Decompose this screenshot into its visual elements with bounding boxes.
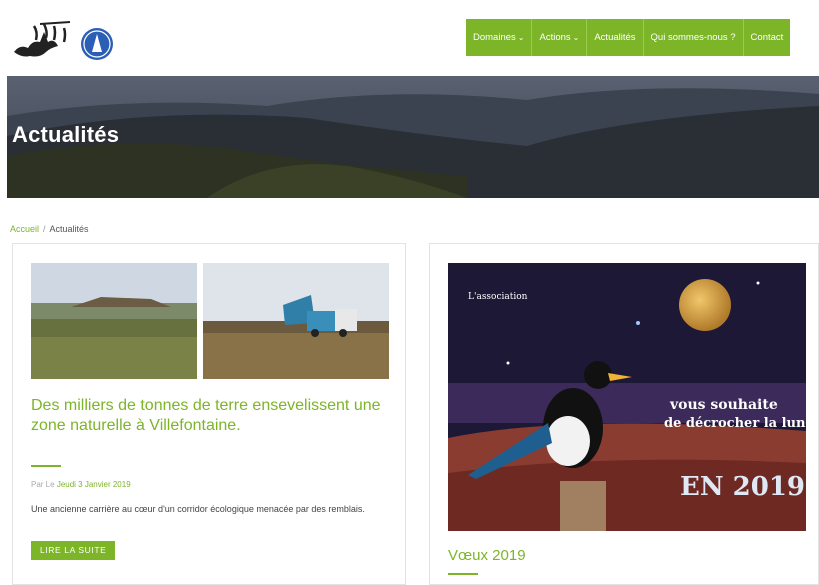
read-more-button[interactable]: LIRE LA SUITE: [31, 541, 116, 560]
image-wish-line1: vous souhaite: [669, 397, 778, 413]
post-title-link[interactable]: Des milliers de tonnes de terre enseveli…: [31, 396, 391, 436]
chevron-down-icon: ⌄: [572, 33, 580, 42]
site-header: Domaines ⌄ Actions ⌄ Actualités Qui sommes…: [0, 0, 819, 76]
breadcrumb: Accueil / Actualités: [10, 224, 89, 234]
nav-item-actions[interactable]: Actions ⌄: [532, 19, 588, 56]
post-meta: Par Le Jeudi 3 Janvier 2019: [31, 480, 131, 489]
breadcrumb-current: Actualités: [49, 224, 89, 234]
image-association-text: L'association: [468, 292, 528, 302]
hero-banner: Actualités: [7, 76, 819, 198]
post-excerpt: Une ancienne carrière au cœur d'un corri…: [31, 504, 365, 514]
post-date[interactable]: Jeudi 3 Janvier 2019: [57, 480, 131, 489]
site-logo[interactable]: [10, 18, 120, 68]
breadcrumb-home-link[interactable]: Accueil: [10, 224, 39, 234]
image-wish-line2: de décrocher la lune: [664, 416, 806, 431]
post-card: L'association vous souhaite de décrocher…: [429, 243, 819, 585]
post-meta-prefix: Par Le: [31, 480, 55, 489]
nav-item-contact[interactable]: Contact: [744, 19, 791, 56]
hero-landscape-image: [7, 76, 819, 198]
post-image-trucks[interactable]: [203, 263, 389, 379]
chevron-down-icon: ⌄: [517, 33, 525, 42]
nav-item-qui-sommes-nous[interactable]: Qui sommes-nous ?: [644, 19, 744, 56]
title-divider: [31, 465, 61, 467]
post-title-link[interactable]: Vœux 2019: [448, 547, 526, 564]
image-year: EN 2019: [680, 472, 805, 502]
post-image-greeting[interactable]: L'association vous souhaite de décrocher…: [448, 263, 806, 531]
nav-item-actualites[interactable]: Actualités: [587, 19, 644, 56]
breadcrumb-separator: /: [43, 224, 46, 234]
post-card: Des milliers de tonnes de terre enseveli…: [12, 243, 406, 585]
main-nav: Domaines ⌄ Actions ⌄ Actualités Qui sommes…: [466, 19, 791, 56]
page-title: Actualités: [12, 122, 120, 147]
title-divider: [448, 573, 478, 575]
post-image-field[interactable]: [31, 263, 197, 379]
nav-item-domaines[interactable]: Domaines ⌄: [466, 19, 533, 56]
